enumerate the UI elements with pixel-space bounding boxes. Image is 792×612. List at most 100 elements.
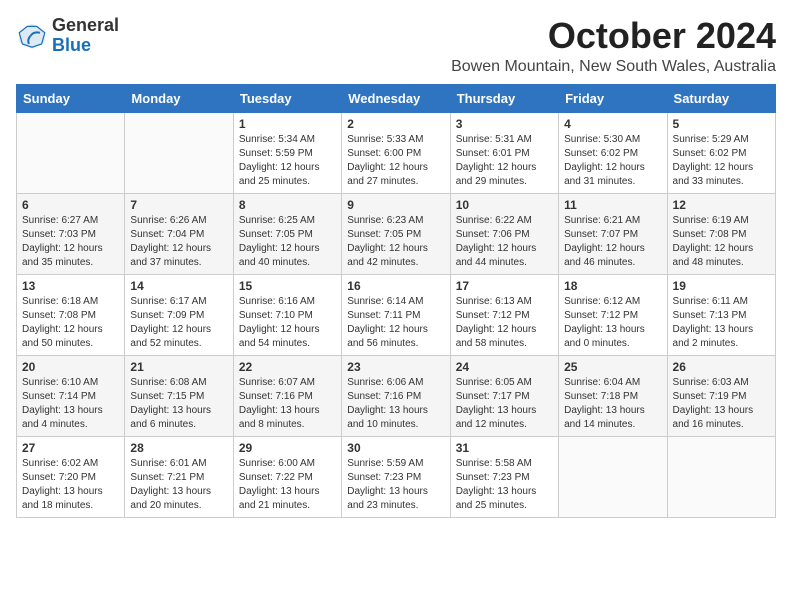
day-number: 16 xyxy=(347,279,444,293)
day-info: Sunrise: 6:05 AM Sunset: 7:17 PM Dayligh… xyxy=(456,376,553,432)
calendar-cell: 17 Sunrise: 6:13 AM Sunset: 7:12 PM Dayli… xyxy=(450,274,558,355)
day-info: Sunrise: 6:02 AM Sunset: 7:20 PM Dayligh… xyxy=(22,457,119,513)
day-info: Sunrise: 6:13 AM Sunset: 7:12 PM Dayligh… xyxy=(456,295,553,351)
day-info: Sunrise: 6:18 AM Sunset: 7:08 PM Dayligh… xyxy=(22,295,119,351)
calendar-cell: 30 Sunrise: 5:59 AM Sunset: 7:23 PM Dayli… xyxy=(342,436,450,517)
day-number: 22 xyxy=(239,360,336,374)
day-number: 4 xyxy=(564,117,661,131)
day-info: Sunrise: 6:25 AM Sunset: 7:05 PM Dayligh… xyxy=(239,214,336,270)
calendar-cell: 19Sunrise: 6:11 AM Sunset: 7:13 PM Dayli… xyxy=(667,274,775,355)
day-number: 3 xyxy=(456,117,553,131)
day-number: 30 xyxy=(347,441,444,455)
calendar-cell: 7 Sunrise: 6:26 AM Sunset: 7:04 PM Daylig… xyxy=(125,193,233,274)
calendar-cell: 20 Sunrise: 6:10 AM Sunset: 7:14 PM Dayli… xyxy=(17,355,125,436)
day-number: 5 xyxy=(673,117,770,131)
day-number: 27 xyxy=(22,441,119,455)
day-number: 7 xyxy=(130,198,227,212)
day-number: 15 xyxy=(239,279,336,293)
calendar-cell: 2 Sunrise: 5:33 AM Sunset: 6:00 PM Daylig… xyxy=(342,112,450,193)
day-info: Sunrise: 6:22 AM Sunset: 7:06 PM Dayligh… xyxy=(456,214,553,270)
calendar-cell xyxy=(667,436,775,517)
day-number: 20 xyxy=(22,360,119,374)
day-info: Sunrise: 5:34 AM Sunset: 5:59 PM Dayligh… xyxy=(239,133,336,189)
calendar-cell: 11Sunrise: 6:21 AM Sunset: 7:07 PM Dayli… xyxy=(559,193,667,274)
day-header-friday: Friday xyxy=(559,84,667,112)
calendar-cell: 25 Sunrise: 6:04 AM Sunset: 7:18 PM Dayli… xyxy=(559,355,667,436)
day-number: 11 xyxy=(564,198,661,212)
calendar-cell: 5 Sunrise: 5:29 AM Sunset: 6:02 PM Daylig… xyxy=(667,112,775,193)
calendar-cell: 22 Sunrise: 6:07 AM Sunset: 7:16 PM Dayli… xyxy=(233,355,341,436)
day-info: Sunrise: 6:06 AM Sunset: 7:16 PM Dayligh… xyxy=(347,376,444,432)
day-number: 6 xyxy=(22,198,119,212)
calendar-cell: 21 Sunrise: 6:08 AM Sunset: 7:15 PM Dayli… xyxy=(125,355,233,436)
day-number: 1 xyxy=(239,117,336,131)
calendar-cell: 3 Sunrise: 5:31 AM Sunset: 6:01 PM Daylig… xyxy=(450,112,558,193)
calendar-cell: 12 Sunrise: 6:19 AM Sunset: 7:08 PM Dayli… xyxy=(667,193,775,274)
calendar-header-row: SundayMondayTuesdayWednesdayThursdayFrid… xyxy=(17,84,776,112)
calendar-cell: 27 Sunrise: 6:02 AM Sunset: 7:20 PM Dayli… xyxy=(17,436,125,517)
day-info: Sunrise: 6:01 AM Sunset: 7:21 PM Dayligh… xyxy=(130,457,227,513)
day-header-saturday: Saturday xyxy=(667,84,775,112)
day-number: 23 xyxy=(347,360,444,374)
calendar-cell: 31 Sunrise: 5:58 AM Sunset: 7:23 PM Dayli… xyxy=(450,436,558,517)
day-info: Sunrise: 6:03 AM Sunset: 7:19 PM Dayligh… xyxy=(673,376,770,432)
day-info: Sunrise: 6:00 AM Sunset: 7:22 PM Dayligh… xyxy=(239,457,336,513)
week-row-2: 6 Sunrise: 6:27 AM Sunset: 7:03 PM Daylig… xyxy=(17,193,776,274)
day-number: 10 xyxy=(456,198,553,212)
day-info: Sunrise: 5:29 AM Sunset: 6:02 PM Dayligh… xyxy=(673,133,770,189)
day-info: Sunrise: 5:59 AM Sunset: 7:23 PM Dayligh… xyxy=(347,457,444,513)
logo-icon xyxy=(16,20,48,52)
day-number: 21 xyxy=(130,360,227,374)
day-info: Sunrise: 5:31 AM Sunset: 6:01 PM Dayligh… xyxy=(456,133,553,189)
calendar-cell: 14Sunrise: 6:17 AM Sunset: 7:09 PM Dayli… xyxy=(125,274,233,355)
week-row-5: 27 Sunrise: 6:02 AM Sunset: 7:20 PM Dayli… xyxy=(17,436,776,517)
day-info: Sunrise: 6:04 AM Sunset: 7:18 PM Dayligh… xyxy=(564,376,661,432)
day-number: 9 xyxy=(347,198,444,212)
day-number: 2 xyxy=(347,117,444,131)
day-info: Sunrise: 6:10 AM Sunset: 7:14 PM Dayligh… xyxy=(22,376,119,432)
calendar-cell xyxy=(17,112,125,193)
day-header-wednesday: Wednesday xyxy=(342,84,450,112)
day-info: Sunrise: 5:33 AM Sunset: 6:00 PM Dayligh… xyxy=(347,133,444,189)
day-number: 31 xyxy=(456,441,553,455)
main-title: October 2024 xyxy=(451,16,776,56)
calendar-cell: 8 Sunrise: 6:25 AM Sunset: 7:05 PM Daylig… xyxy=(233,193,341,274)
calendar-cell: 6 Sunrise: 6:27 AM Sunset: 7:03 PM Daylig… xyxy=(17,193,125,274)
day-number: 13 xyxy=(22,279,119,293)
day-info: Sunrise: 6:26 AM Sunset: 7:04 PM Dayligh… xyxy=(130,214,227,270)
day-info: Sunrise: 6:07 AM Sunset: 7:16 PM Dayligh… xyxy=(239,376,336,432)
logo-blue: Blue xyxy=(52,36,119,56)
day-info: Sunrise: 6:08 AM Sunset: 7:15 PM Dayligh… xyxy=(130,376,227,432)
calendar-cell: 24 Sunrise: 6:05 AM Sunset: 7:17 PM Dayli… xyxy=(450,355,558,436)
week-row-3: 13 Sunrise: 6:18 AM Sunset: 7:08 PM Dayli… xyxy=(17,274,776,355)
header: General Blue October 2024 Bowen Mountain… xyxy=(16,16,776,76)
title-section: October 2024 Bowen Mountain, New South W… xyxy=(451,16,776,76)
day-info: Sunrise: 6:16 AM Sunset: 7:10 PM Dayligh… xyxy=(239,295,336,351)
day-number: 24 xyxy=(456,360,553,374)
calendar-cell: 15 Sunrise: 6:16 AM Sunset: 7:10 PM Dayli… xyxy=(233,274,341,355)
day-header-monday: Monday xyxy=(125,84,233,112)
day-number: 18 xyxy=(564,279,661,293)
logo: General Blue xyxy=(16,16,119,56)
day-info: Sunrise: 6:27 AM Sunset: 7:03 PM Dayligh… xyxy=(22,214,119,270)
day-number: 25 xyxy=(564,360,661,374)
day-number: 19 xyxy=(673,279,770,293)
calendar-cell: 13 Sunrise: 6:18 AM Sunset: 7:08 PM Dayli… xyxy=(17,274,125,355)
day-info: Sunrise: 6:14 AM Sunset: 7:11 PM Dayligh… xyxy=(347,295,444,351)
day-info: Sunrise: 6:19 AM Sunset: 7:08 PM Dayligh… xyxy=(673,214,770,270)
day-number: 28 xyxy=(130,441,227,455)
calendar-cell: 4 Sunrise: 5:30 AM Sunset: 6:02 PM Daylig… xyxy=(559,112,667,193)
day-number: 12 xyxy=(673,198,770,212)
calendar-cell: 26 Sunrise: 6:03 AM Sunset: 7:19 PM Dayli… xyxy=(667,355,775,436)
calendar-cell: 1 Sunrise: 5:34 AM Sunset: 5:59 PM Daylig… xyxy=(233,112,341,193)
calendar-cell: 10 Sunrise: 6:22 AM Sunset: 7:06 PM Dayli… xyxy=(450,193,558,274)
day-info: Sunrise: 6:12 AM Sunset: 7:12 PM Dayligh… xyxy=(564,295,661,351)
calendar-cell: 29 Sunrise: 6:00 AM Sunset: 7:22 PM Dayli… xyxy=(233,436,341,517)
day-info: Sunrise: 5:58 AM Sunset: 7:23 PM Dayligh… xyxy=(456,457,553,513)
day-info: Sunrise: 5:30 AM Sunset: 6:02 PM Dayligh… xyxy=(564,133,661,189)
day-number: 26 xyxy=(673,360,770,374)
day-number: 17 xyxy=(456,279,553,293)
day-number: 29 xyxy=(239,441,336,455)
calendar-cell: 23 Sunrise: 6:06 AM Sunset: 7:16 PM Dayli… xyxy=(342,355,450,436)
day-number: 8 xyxy=(239,198,336,212)
